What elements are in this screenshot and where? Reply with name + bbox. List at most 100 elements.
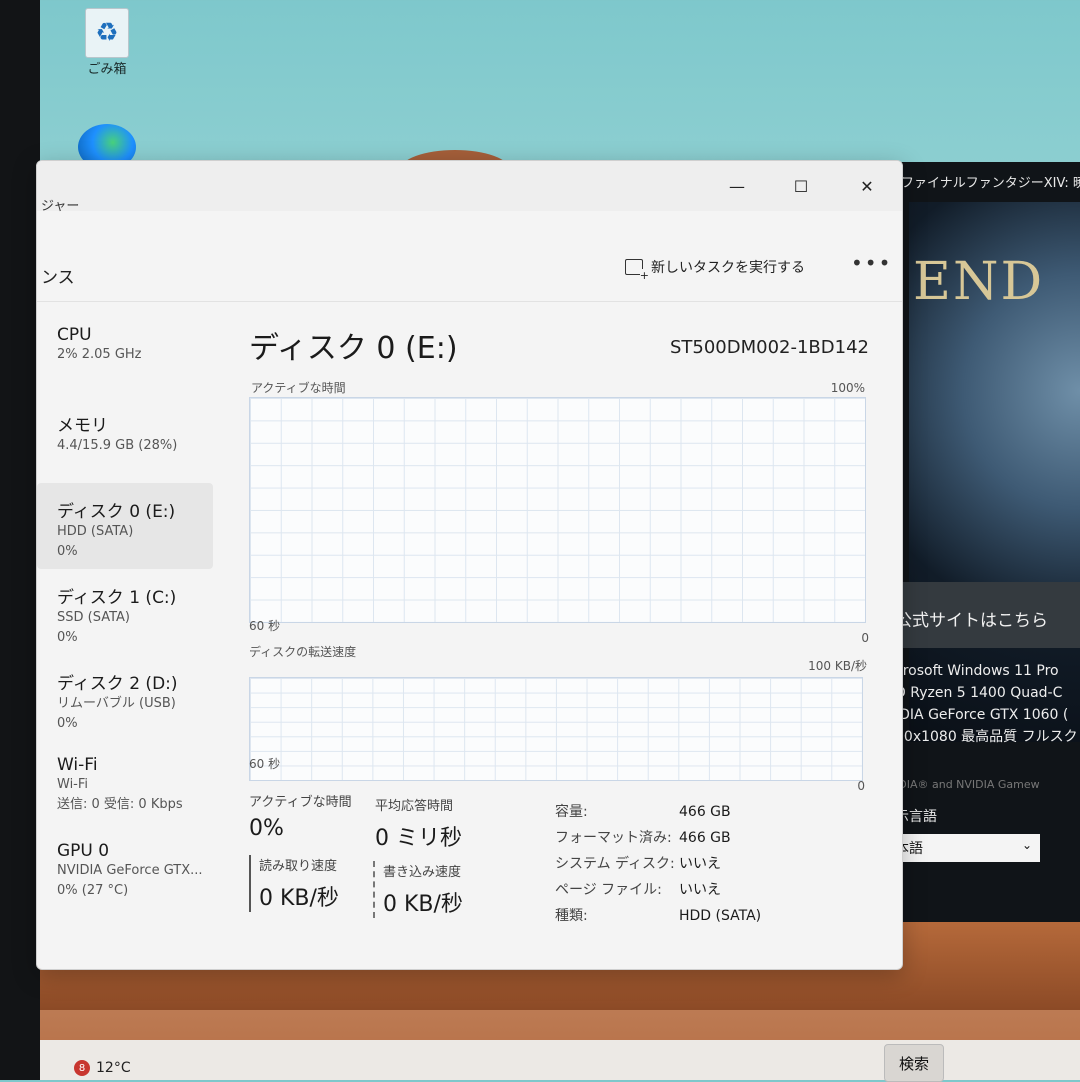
weather-widget[interactable]: 8 12°C — [74, 1060, 131, 1076]
launcher-logo-text: END — [913, 252, 1045, 312]
recycle-bin-icon: ♻ — [85, 8, 129, 58]
system-specs: crosoft Windows 11 Pro D Ryzen 5 1400 Qu… — [895, 660, 1078, 748]
sidebar-item-name: ディスク 0 (E:) — [57, 502, 176, 522]
sidebar-item-disk-2[interactable]: ディスク 2 (D:) リムーバブル (USB) 0% — [37, 655, 213, 741]
sidebar-item-name: GPU 0 — [57, 841, 110, 861]
new-task-icon — [625, 259, 649, 282]
monitor-bezel — [0, 0, 40, 1080]
official-site-button[interactable]: 公式サイトはこちら — [895, 582, 1080, 648]
more-options-button[interactable]: ••• — [851, 251, 892, 275]
property-row: 容量: 466 GB — [555, 799, 761, 825]
app-title: ジャー — [41, 199, 80, 214]
sidebar-item-detail: NVIDIA GeForce GTX... — [57, 863, 203, 878]
property-value: HDD (SATA) — [679, 908, 762, 924]
stat-active-time: アクティブな時間 0% — [249, 791, 352, 841]
stat-value: 0 KB/秒 — [383, 892, 463, 917]
property-row: ページ ファイル: いいえ — [555, 877, 761, 903]
stat-avg-response: 平均応答時間 0 ミリ秒 — [375, 795, 462, 852]
stat-value: 0 KB/秒 — [259, 886, 339, 911]
minimize-button[interactable]: — — [717, 171, 757, 201]
temperature: 12°C — [96, 1060, 131, 1076]
sidebar-item-detail: HDD (SATA) — [57, 524, 134, 539]
transfer-graph-min: 0 — [857, 779, 865, 793]
disk-properties: 容量: 466 GB フォーマット済み: 466 GB システム ディスク: い… — [555, 799, 761, 929]
sidebar-item-usage: 0% — [57, 544, 78, 559]
stat-write-speed: 書き込み速度 0 KB/秒 — [373, 861, 463, 918]
transfer-graph-label: ディスクの転送速度 — [249, 645, 357, 659]
property-row: システム ディスク: いいえ — [555, 851, 761, 877]
sidebar-item-name: ディスク 1 (C:) — [57, 588, 177, 608]
property-key: 種類: — [555, 908, 588, 924]
stat-value: 0% — [249, 816, 284, 841]
active-time-graph-max: 100% — [830, 381, 865, 395]
sidebar-item-usage: 0% (27 °C) — [57, 883, 129, 898]
active-time-graph-label: アクティブな時間 — [251, 381, 346, 395]
property-key: 容量: — [555, 804, 588, 820]
sidebar-item-detail: Wi-Fi — [57, 777, 89, 792]
sidebar-item-usage: 送信: 0 受信: 0 Kbps — [57, 797, 183, 812]
spec-cpu: D Ryzen 5 1400 Quad-C — [895, 685, 1063, 701]
sidebar-item-name: ディスク 2 (D:) — [57, 674, 178, 694]
recycle-bin-label: ごみ箱 — [87, 62, 127, 77]
weather-badge: 8 — [74, 1060, 90, 1076]
search-button[interactable]: 検索 — [884, 1044, 944, 1082]
title-bar[interactable]: ジャー — ☐ ✕ — [37, 161, 902, 214]
stat-label: 書き込み速度 — [383, 865, 462, 880]
property-key: ページ ファイル: — [555, 882, 662, 898]
property-value: 466 GB — [679, 830, 731, 846]
language-select[interactable]: 本語 ⌄ — [895, 834, 1040, 862]
sidebar-item-gpu-0[interactable]: GPU 0 NVIDIA GeForce GTX... 0% (27 °C) — [37, 827, 213, 913]
chevron-down-icon: ⌄ — [1021, 838, 1032, 852]
property-row: 種類: HDD (SATA) — [555, 903, 761, 929]
stat-read-speed: 読み取り速度 0 KB/秒 — [249, 855, 339, 912]
transfer-graph-max: 100 KB/秒 — [808, 659, 867, 673]
sidebar-item-detail: 2% 2.05 GHz — [57, 347, 142, 362]
active-time-graph-span: 60 秒 — [249, 619, 281, 633]
disk-model: ST500DM002-1BD142 — [669, 337, 869, 358]
property-row: フォーマット済み: 466 GB — [555, 825, 761, 851]
spec-resolution: 20x1080 最高品質 フルスク — [895, 729, 1078, 745]
sidebar-item-detail: リムーバブル (USB) — [57, 696, 176, 711]
game-launcher-window: ファイナルファンタジーXIV: 暁 END 公式サイトはこちら crosoft … — [895, 162, 1080, 922]
close-button[interactable]: ✕ — [847, 171, 887, 201]
property-value: いいえ — [679, 856, 721, 872]
page-title: ンス — [41, 268, 75, 288]
property-key: フォーマット済み: — [555, 830, 672, 846]
launcher-title: ファイナルファンタジーXIV: 暁 — [901, 176, 1080, 191]
sidebar-item-name: Wi-Fi — [57, 755, 98, 775]
property-value: 466 GB — [679, 804, 731, 820]
nvidia-credit: IDIA® and NVIDIA Gamew — [895, 778, 1040, 791]
sidebar-item-name: CPU — [57, 325, 92, 345]
sidebar-item-disk-0[interactable]: ディスク 0 (E:) HDD (SATA) 0% — [37, 483, 213, 569]
stat-label: アクティブな時間 — [249, 795, 352, 810]
performance-sidebar: CPU 2% 2.05 GHz メモリ 4.4/15.9 GB (28%) ディ… — [37, 311, 213, 913]
sidebar-item-memory[interactable]: メモリ 4.4/15.9 GB (28%) — [37, 397, 213, 483]
sidebar-item-cpu[interactable]: CPU 2% 2.05 GHz — [37, 311, 213, 397]
transfer-graph-span: 60 秒 — [249, 757, 281, 771]
sidebar-item-detail: SSD (SATA) — [57, 610, 130, 625]
transfer-rate-graph — [249, 677, 863, 781]
sidebar-item-wifi[interactable]: Wi-Fi Wi-Fi 送信: 0 受信: 0 Kbps — [37, 741, 213, 827]
sidebar-item-disk-1[interactable]: ディスク 1 (C:) SSD (SATA) 0% — [37, 569, 213, 655]
task-manager-window: ジャー — ☐ ✕ ンス 新しいタスクを実行する ••• CPU 2% 2.05… — [36, 160, 903, 970]
active-time-graph — [249, 397, 866, 623]
desktop-recycle-bin[interactable]: ♻ ごみ箱 — [76, 8, 138, 77]
disk-title: ディスク 0 (E:) — [249, 331, 458, 366]
property-key: システム ディスク: — [555, 856, 675, 872]
sidebar-item-usage: 0% — [57, 716, 78, 731]
run-new-task-label: 新しいタスクを実行する — [651, 260, 805, 276]
page-header: ンス 新しいタスクを実行する ••• — [37, 231, 902, 302]
active-time-graph-min: 0 — [861, 631, 869, 645]
maximize-button[interactable]: ☐ — [781, 171, 821, 201]
spec-os: crosoft Windows 11 Pro — [895, 663, 1059, 679]
sidebar-item-name: メモリ — [57, 416, 108, 436]
run-new-task-button[interactable]: 新しいタスクを実行する — [625, 257, 805, 282]
stat-label: 平均応答時間 — [375, 799, 454, 814]
stat-value: 0 ミリ秒 — [375, 826, 462, 851]
property-value: いいえ — [679, 882, 721, 898]
spec-gpu: IDIA GeForce GTX 1060 ( — [895, 707, 1069, 723]
stat-label: 読み取り速度 — [259, 859, 338, 874]
official-site-label: 公式サイトはこちら — [895, 611, 1048, 631]
sidebar-item-usage: 0% — [57, 630, 78, 645]
sidebar-item-detail: 4.4/15.9 GB (28%) — [57, 438, 178, 453]
